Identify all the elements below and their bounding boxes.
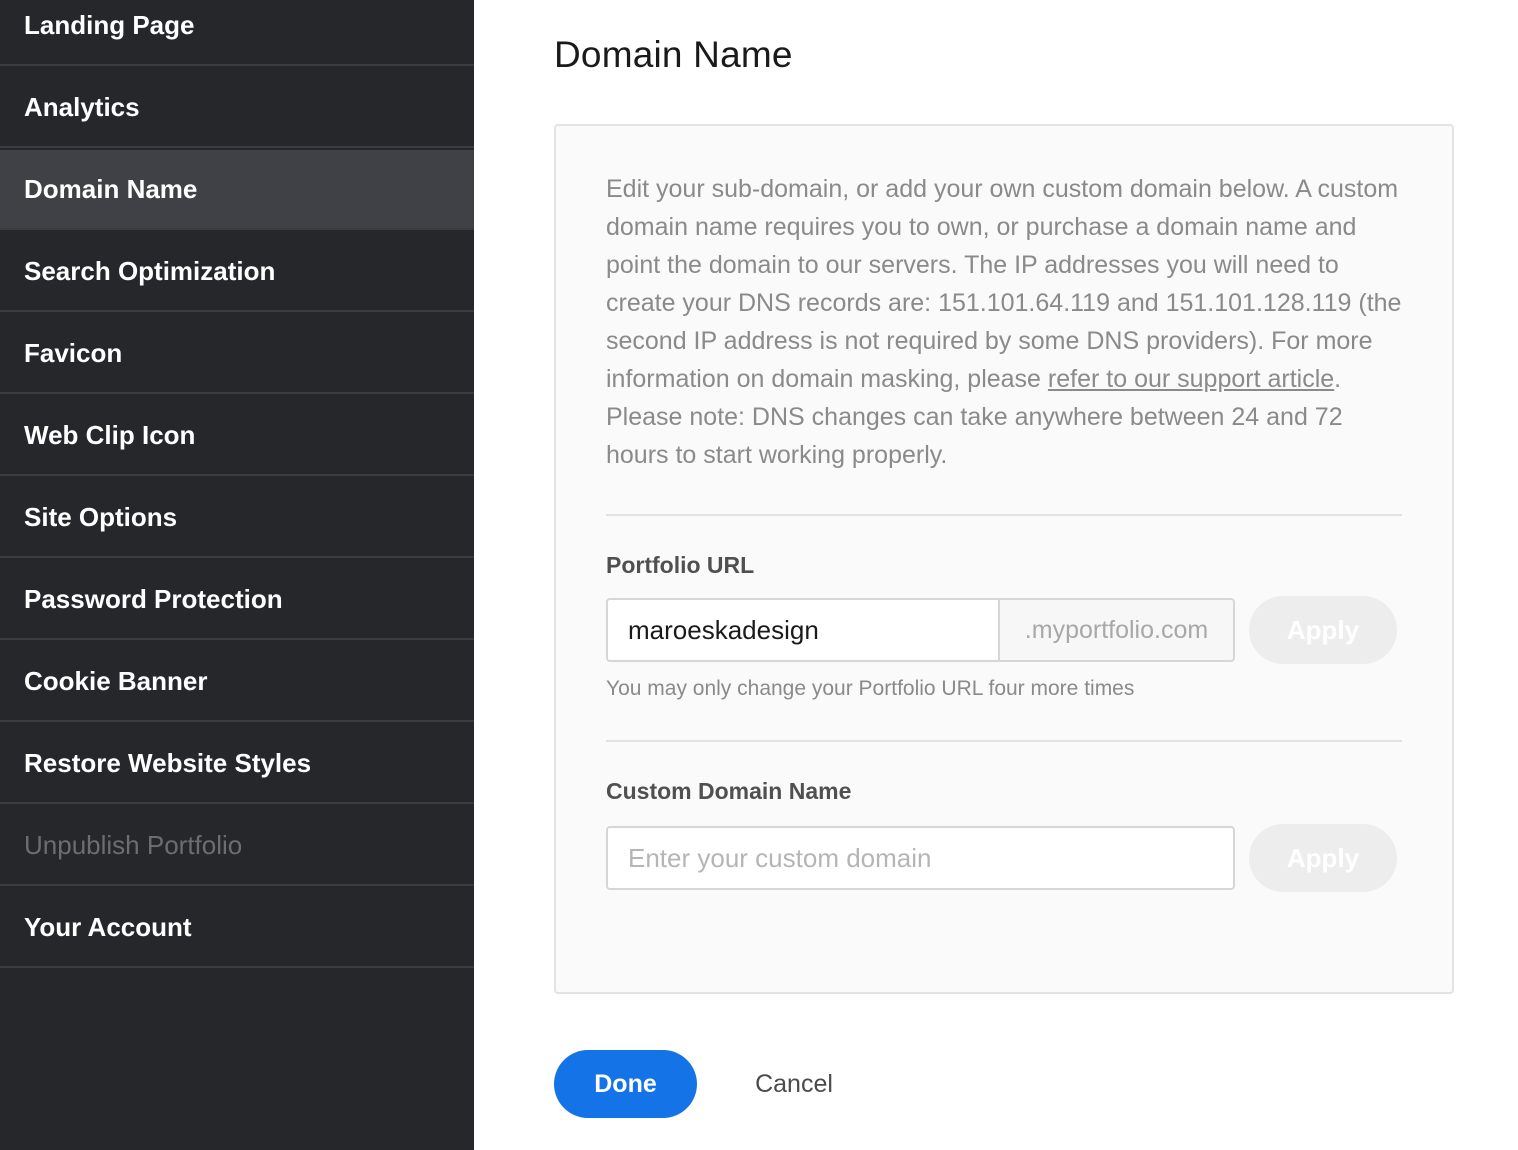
cancel-button[interactable]: Cancel <box>738 1050 850 1118</box>
sidebar-item-label: Site Options <box>24 501 178 532</box>
sidebar-item-favicon[interactable]: Favicon <box>0 314 474 394</box>
sidebar-item-your-account[interactable]: Your Account <box>0 888 474 968</box>
portfolio-url-suffix: .myportfolio.com <box>998 598 1235 662</box>
sidebar-item-label: Unpublish Portfolio <box>24 829 243 860</box>
custom-domain-input[interactable]: Enter your custom domain <box>606 826 1235 890</box>
portfolio-url-label: Portfolio URL <box>606 552 755 578</box>
sidebar-item-label: Analytics <box>24 91 140 122</box>
sidebar-item-label: Cookie Banner <box>24 665 208 696</box>
page-title: Domain Name <box>554 34 793 75</box>
portfolio-url-apply-button[interactable]: Apply <box>1249 596 1397 664</box>
sidebar-item-label: Landing Page <box>24 9 195 40</box>
divider <box>606 514 1402 516</box>
sidebar-item-restore-website-styles[interactable]: Restore Website Styles <box>0 724 474 804</box>
sidebar-item-label: Restore Website Styles <box>24 747 312 778</box>
description-text: Edit your sub-domain, or add your own cu… <box>606 175 1402 393</box>
sidebar-item-label: Web Clip Icon <box>24 419 196 450</box>
divider <box>606 740 1402 742</box>
sidebar-item-unpublish-portfolio: Unpublish Portfolio <box>0 806 474 886</box>
done-button[interactable]: Done <box>554 1050 697 1118</box>
sidebar-item-label: Domain Name <box>24 173 198 204</box>
sidebar-item-site-options[interactable]: Site Options <box>0 478 474 558</box>
sidebar-item-domain-name[interactable]: Domain Name <box>0 150 474 230</box>
sidebar: Landing Page Analytics Domain Name Searc… <box>0 0 474 1150</box>
portfolio-url-input[interactable]: maroeskadesign <box>606 598 1000 662</box>
sidebar-item-password-protection[interactable]: Password Protection <box>0 560 474 640</box>
sidebar-item-label: Password Protection <box>24 583 283 614</box>
portfolio-url-hint: You may only change your Portfolio URL f… <box>606 677 1135 700</box>
sidebar-item-web-clip-icon[interactable]: Web Clip Icon <box>0 396 474 476</box>
sidebar-item-landing-page[interactable]: Landing Page <box>0 0 474 66</box>
sidebar-item-search-optimization[interactable]: Search Optimization <box>0 232 474 312</box>
sidebar-item-cookie-banner[interactable]: Cookie Banner <box>0 642 474 722</box>
custom-domain-apply-button[interactable]: Apply <box>1249 824 1397 892</box>
domain-description: Edit your sub-domain, or add your own cu… <box>606 170 1402 474</box>
sidebar-item-analytics[interactable]: Analytics <box>0 68 474 148</box>
sidebar-item-label: Your Account <box>24 911 192 942</box>
sidebar-item-label: Favicon <box>24 337 123 368</box>
support-article-link[interactable]: refer to our support article <box>1048 365 1334 393</box>
custom-domain-label: Custom Domain Name <box>606 778 852 804</box>
sidebar-item-label: Search Optimization <box>24 255 276 286</box>
